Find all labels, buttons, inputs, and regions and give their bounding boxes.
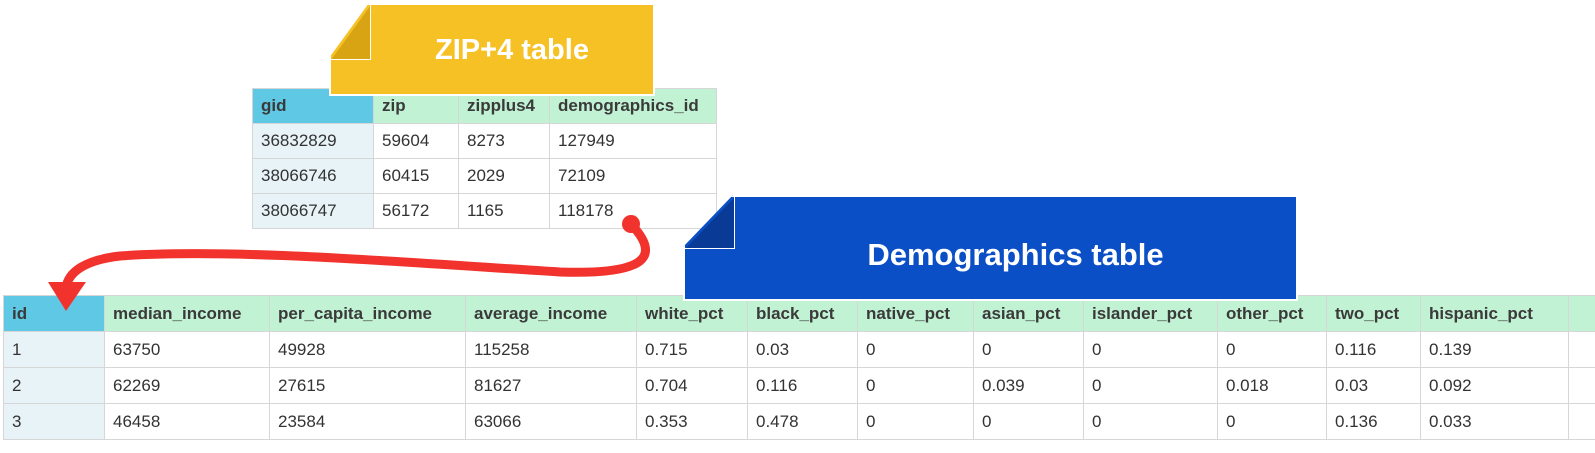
demo-cell[interactable]: 0: [857, 367, 974, 404]
demo-cell[interactable]: 0: [1217, 403, 1327, 440]
demo-cell[interactable]: 49928: [269, 331, 466, 368]
zip-cell[interactable]: 56172: [373, 193, 459, 229]
zip-cell[interactable]: 36832829: [252, 123, 374, 159]
zip-cell[interactable]: 118178: [549, 193, 717, 229]
demo-cell[interactable]: 0.018: [1217, 367, 1327, 404]
demo-col-average-income[interactable]: average_income: [465, 295, 637, 332]
zip-table-callout: ZIP+4 table: [329, 3, 655, 96]
demo-cell[interactable]: 0.116: [1326, 331, 1421, 368]
demo-col-id[interactable]: id: [3, 295, 105, 332]
demo-cell[interactable]: 0: [857, 403, 974, 440]
demo-cell[interactable]: 0.139: [1420, 331, 1569, 368]
demo-cell[interactable]: 0.03: [1326, 367, 1421, 404]
zip-cell[interactable]: 72109: [549, 158, 717, 194]
demo-col-median-income[interactable]: median_income: [104, 295, 270, 332]
demographics-table: id median_income per_capita_income avera…: [3, 295, 1595, 440]
demo-cell[interactable]: 0.033: [1420, 403, 1569, 440]
demo-cell[interactable]: 81627: [465, 367, 637, 404]
demo-cell-overflow: [1568, 403, 1595, 440]
zip-cell[interactable]: 38066746: [252, 158, 374, 194]
diagram-stage: gid zip zipplus4 demographics_id 3683282…: [0, 0, 1595, 453]
page-fold-icon: [331, 5, 371, 60]
demo-cell[interactable]: 1: [3, 331, 105, 368]
arrow-line: [61, 219, 650, 293]
zip-cell[interactable]: 38066747: [252, 193, 374, 229]
zip-cell[interactable]: 2029: [458, 158, 550, 194]
demo-cell[interactable]: 0: [973, 331, 1084, 368]
demo-cell[interactable]: 0: [1217, 331, 1327, 368]
demo-cell[interactable]: 0: [1083, 403, 1218, 440]
demo-cell[interactable]: 0.478: [747, 403, 858, 440]
zip-cell[interactable]: 60415: [373, 158, 459, 194]
demo-col-per-capita-income[interactable]: per_capita_income: [269, 295, 466, 332]
demographics-table-callout: Demographics table: [683, 195, 1298, 301]
demo-cell[interactable]: 0.353: [636, 403, 748, 440]
zip-cell[interactable]: 59604: [373, 123, 459, 159]
demo-cell[interactable]: 0: [1083, 367, 1218, 404]
demo-cell[interactable]: 0.715: [636, 331, 748, 368]
demo-cell[interactable]: 0.704: [636, 367, 748, 404]
demo-cell[interactable]: 0: [973, 403, 1084, 440]
zip-table-title: ZIP+4 table: [435, 34, 589, 66]
demo-cell[interactable]: 23584: [269, 403, 466, 440]
demo-cell[interactable]: 0.116: [747, 367, 858, 404]
demo-cell[interactable]: 2: [3, 367, 105, 404]
demo-cell[interactable]: 0.136: [1326, 403, 1421, 440]
table-row[interactable]: 2 62269 27615 81627 0.704 0.116 0 0.039 …: [3, 367, 1595, 404]
demo-cell-overflow: [1568, 331, 1595, 368]
demo-cell[interactable]: 27615: [269, 367, 466, 404]
demo-cell[interactable]: 0.039: [973, 367, 1084, 404]
demo-cell[interactable]: 0: [857, 331, 974, 368]
demo-cell[interactable]: 0.03: [747, 331, 858, 368]
zip-table: gid zip zipplus4 demographics_id 3683282…: [252, 88, 717, 229]
demo-col-two-pct[interactable]: two_pct: [1326, 295, 1421, 332]
demo-cell[interactable]: 62269: [104, 367, 270, 404]
zip-cell[interactable]: 127949: [549, 123, 717, 159]
demo-cell-overflow: [1568, 367, 1595, 404]
demo-col-overflow: [1568, 295, 1595, 332]
demo-cell[interactable]: 3: [3, 403, 105, 440]
demo-cell[interactable]: 63066: [465, 403, 637, 440]
table-row[interactable]: 38066746 60415 2029 72109: [252, 158, 717, 194]
demo-cell[interactable]: 0.092: [1420, 367, 1569, 404]
zip-cell[interactable]: 8273: [458, 123, 550, 159]
demo-cell[interactable]: 0: [1083, 331, 1218, 368]
demo-cell[interactable]: 115258: [465, 331, 637, 368]
demo-col-hispanic-pct[interactable]: hispanic_pct: [1420, 295, 1569, 332]
zip-cell[interactable]: 1165: [458, 193, 550, 229]
table-row[interactable]: 36832829 59604 8273 127949: [252, 123, 717, 159]
table-row[interactable]: 38066747 56172 1165 118178: [252, 193, 717, 229]
table-row[interactable]: 1 63750 49928 115258 0.715 0.03 0 0 0 0 …: [3, 331, 1595, 368]
table-row[interactable]: 3 46458 23584 63066 0.353 0.478 0 0 0 0 …: [3, 403, 1595, 440]
demo-cell[interactable]: 63750: [104, 331, 270, 368]
demo-cell[interactable]: 46458: [104, 403, 270, 440]
demographics-table-title: Demographics table: [867, 237, 1164, 272]
